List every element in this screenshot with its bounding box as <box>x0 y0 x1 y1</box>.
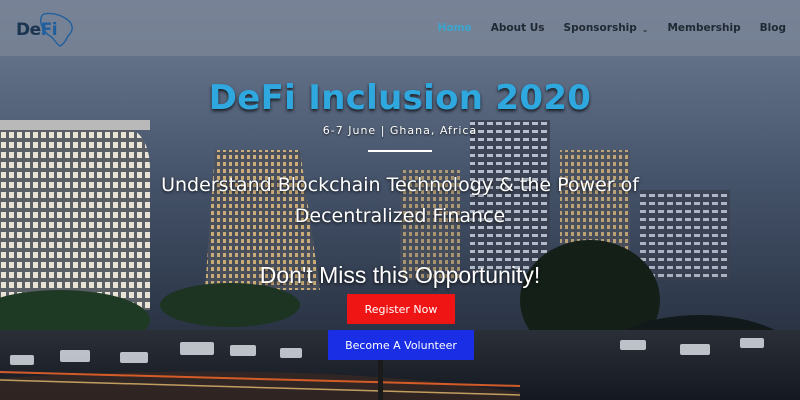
register-now-button[interactable]: Register Now <box>347 294 455 324</box>
hero-divider <box>368 150 432 152</box>
logo-text-de: De <box>16 20 41 40</box>
logo-text: DeFi <box>16 20 58 40</box>
become-volunteer-button[interactable]: Become A Volunteer <box>328 330 474 360</box>
logo-text-fi: Fi <box>40 20 58 40</box>
nav-item-sponsorship-label: Sponsorship <box>563 22 637 34</box>
nav-item-membership[interactable]: Membership <box>667 22 740 34</box>
main-nav: Home About Us Sponsorship ⌄ Membership B… <box>419 0 786 56</box>
chevron-down-icon: ⌄ <box>641 24 649 34</box>
hero-tagline-line-2: Decentralized Finance <box>294 205 506 227</box>
nav-item-about-us[interactable]: About Us <box>491 22 545 34</box>
hero-title: DeFi Inclusion 2020 <box>208 78 592 118</box>
cta-heading: Don't Miss this Opportunity! <box>259 262 541 288</box>
hero-tagline-line-1: Understand Blockchain Technology & the P… <box>161 174 639 196</box>
site-logo[interactable]: DeFi <box>14 8 78 48</box>
nav-item-blog[interactable]: Blog <box>760 22 786 34</box>
page: DeFi Home About Us Sponsorship ⌄ Members… <box>0 0 800 400</box>
hero-tagline: Understand Blockchain Technology & the P… <box>0 170 800 232</box>
site-header: DeFi Home About Us Sponsorship ⌄ Members… <box>0 0 800 56</box>
nav-item-sponsorship[interactable]: Sponsorship ⌄ <box>564 22 649 34</box>
event-date-location: 6-7 June | Ghana, Africa <box>322 124 478 137</box>
nav-item-home[interactable]: Home <box>438 22 472 34</box>
